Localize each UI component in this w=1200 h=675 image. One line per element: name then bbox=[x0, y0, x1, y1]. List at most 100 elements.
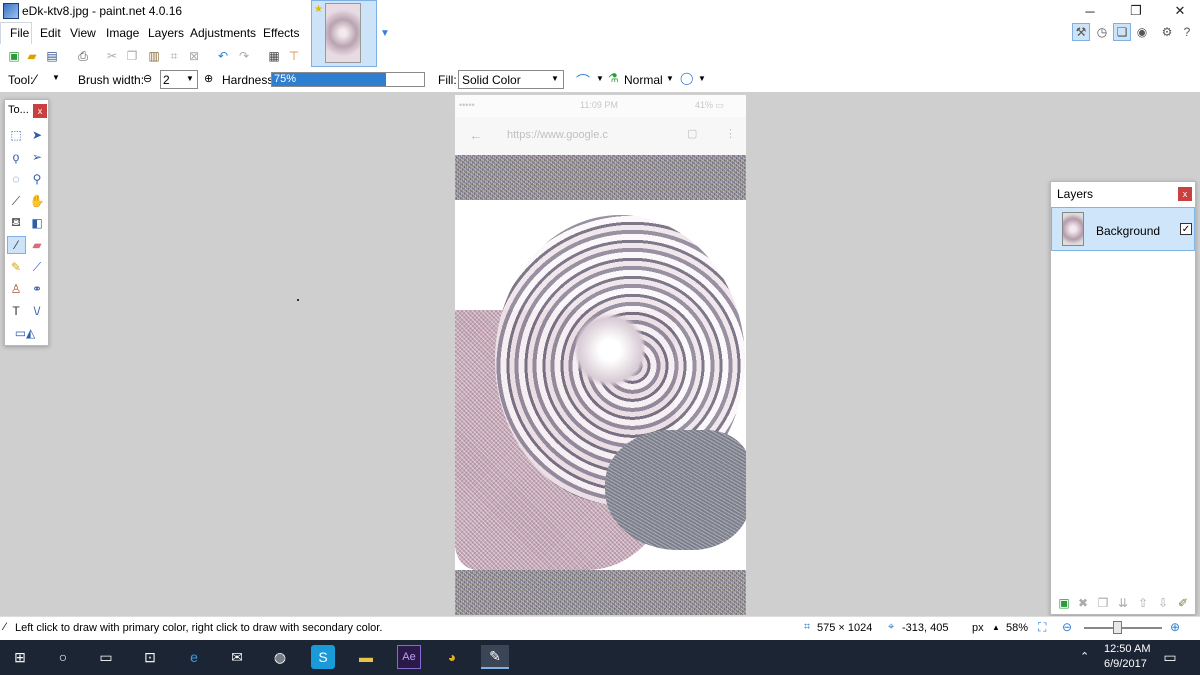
gradient-icon[interactable]: ◧ bbox=[29, 215, 45, 231]
image-size-icon: ⌗ bbox=[804, 621, 811, 633]
tool-dropdown-icon[interactable]: ▼ bbox=[52, 73, 60, 82]
close-button[interactable]: ✕ bbox=[1157, 0, 1200, 22]
merge-layer-down-icon[interactable]: ⇊ bbox=[1115, 595, 1131, 611]
file-explorer-icon[interactable]: ▬ bbox=[354, 645, 378, 669]
layer-visibility-checkbox[interactable]: ✓ bbox=[1180, 223, 1192, 235]
print-icon[interactable]: ⎙ bbox=[75, 48, 91, 64]
menu-image[interactable]: Image bbox=[106, 26, 139, 40]
skype-icon[interactable]: S bbox=[311, 645, 335, 669]
zoom-in-icon[interactable]: ⊕ bbox=[1170, 620, 1180, 634]
ruler-icon[interactable]: ⊤ bbox=[286, 48, 302, 64]
delete-layer-icon[interactable]: ✖ bbox=[1075, 595, 1091, 611]
menu-adjustments[interactable]: Adjustments bbox=[190, 26, 256, 40]
move-selection-icon[interactable]: ➤ bbox=[29, 127, 45, 143]
clone-stamp-icon[interactable]: ♙ bbox=[8, 281, 24, 297]
start-windows-icon[interactable]: ⊞ bbox=[8, 645, 32, 669]
magic-wand-icon[interactable]: ⟋ bbox=[8, 193, 24, 209]
copy-icon[interactable]: ❐ bbox=[124, 48, 140, 64]
after-effects-icon[interactable]: Ae bbox=[397, 645, 421, 669]
open-file-icon[interactable]: ▰ bbox=[24, 48, 40, 64]
store-icon[interactable]: ⊡ bbox=[138, 645, 162, 669]
save-icon[interactable]: ▤ bbox=[44, 48, 60, 64]
brush-width-label: Brush width: bbox=[78, 73, 145, 87]
history-toggle-icon[interactable]: ◷ bbox=[1093, 23, 1111, 41]
menu-effects[interactable]: Effects bbox=[263, 26, 299, 40]
cut-icon[interactable]: ✂ bbox=[104, 48, 120, 64]
undo-icon[interactable]: ↶ bbox=[215, 48, 231, 64]
minimize-button[interactable]: ─ bbox=[1067, 0, 1113, 22]
blend-mode-dropdown-icon[interactable]: ▼ bbox=[666, 74, 674, 83]
blend-mode-value[interactable]: Normal bbox=[624, 73, 663, 87]
colors-toggle-icon[interactable]: ◉ bbox=[1133, 23, 1151, 41]
line-curve-icon[interactable]: \/ bbox=[29, 303, 45, 319]
tray-expand-icon[interactable]: ⌃ bbox=[1080, 650, 1089, 663]
shapes-icon[interactable]: ▭◭ bbox=[10, 325, 40, 341]
move-selection-alt-icon[interactable]: ➢ bbox=[29, 149, 45, 165]
antialiasing-dropdown-icon[interactable]: ▼ bbox=[596, 74, 604, 83]
zoom-slider-thumb[interactable] bbox=[1113, 621, 1122, 634]
task-view-icon[interactable]: ▭ bbox=[94, 645, 118, 669]
units-dropdown-icon[interactable]: ▲ bbox=[992, 623, 1000, 632]
document-list-dropdown-icon[interactable]: ▼ bbox=[380, 28, 390, 39]
pencil-icon[interactable]: ✎ bbox=[8, 259, 24, 275]
tools-close-button[interactable]: x bbox=[33, 104, 47, 118]
paste-icon[interactable]: ▥ bbox=[146, 48, 162, 64]
paint-bucket-icon[interactable]: ⛾ bbox=[8, 215, 24, 231]
recolor-icon[interactable]: ⚭ bbox=[29, 281, 45, 297]
zoom-to-window-icon[interactable]: ⛶ bbox=[1038, 620, 1046, 635]
zoom-icon[interactable]: ⚲ bbox=[29, 171, 45, 187]
redo-icon[interactable]: ↷ bbox=[236, 48, 252, 64]
menu-view[interactable]: View bbox=[70, 26, 96, 40]
zoom-level[interactable]: 58% bbox=[1006, 622, 1028, 634]
menu-layers[interactable]: Layers bbox=[148, 26, 184, 40]
ellipse-select-icon[interactable]: ◌ bbox=[8, 171, 24, 187]
restore-button[interactable]: ❐ bbox=[1113, 0, 1159, 22]
layers-toggle-icon[interactable]: ❏ bbox=[1113, 23, 1131, 41]
fill-dropdown-icon[interactable]: ▼ bbox=[551, 74, 559, 83]
move-layer-up-icon[interactable]: ⇧ bbox=[1135, 595, 1151, 611]
image-canvas[interactable]: ••••• 11:09 PM 41% ▭ ← https://www.googl… bbox=[455, 95, 746, 615]
grid-icon[interactable]: ▦ bbox=[266, 48, 282, 64]
pan-hand-icon[interactable]: ✋ bbox=[29, 193, 45, 209]
brush-decrease-icon[interactable]: ⊖ bbox=[143, 72, 152, 85]
antialiasing-icon[interactable]: ⌒ bbox=[576, 71, 590, 91]
zoom-slider[interactable] bbox=[1084, 627, 1162, 629]
chrome-icon[interactable]: ◕ bbox=[440, 645, 464, 669]
crop-to-selection-icon[interactable]: ⌗ bbox=[166, 48, 182, 64]
zoom-out-icon[interactable]: ⊖ bbox=[1062, 620, 1072, 634]
selection-mode-icon[interactable]: ◯ bbox=[680, 71, 693, 85]
cortana-icon[interactable]: ○ bbox=[51, 645, 75, 669]
taskbar-time[interactable]: 12:50 AM bbox=[1104, 643, 1150, 655]
brush-increase-icon[interactable]: ⊕ bbox=[204, 72, 213, 85]
taskbar-date[interactable]: 6/9/2017 bbox=[1104, 658, 1147, 670]
paintnet-taskbar-icon[interactable]: ✎ bbox=[481, 645, 509, 669]
color-picker-icon[interactable]: ⟋ bbox=[29, 259, 45, 275]
new-image-icon[interactable]: ▣ bbox=[6, 48, 22, 64]
rectangle-select-icon[interactable]: ⬚ bbox=[8, 127, 24, 143]
units-selector[interactable]: px bbox=[972, 622, 984, 634]
brush-width-dropdown-icon[interactable]: ▼ bbox=[186, 74, 194, 83]
text-icon[interactable]: T bbox=[8, 303, 24, 319]
mail-icon[interactable]: ✉ bbox=[225, 645, 249, 669]
add-layer-icon[interactable]: ▣ bbox=[1056, 595, 1072, 611]
layers-close-button[interactable]: x bbox=[1178, 187, 1192, 201]
paintbrush-icon[interactable]: ⁄ bbox=[7, 236, 26, 254]
deselect-icon[interactable]: ⊠ bbox=[186, 48, 202, 64]
help-icon[interactable]: ? bbox=[1178, 23, 1196, 41]
edge-icon[interactable]: e bbox=[182, 645, 206, 669]
tools-toggle-icon[interactable]: ⚒ bbox=[1072, 23, 1090, 41]
move-layer-down-icon[interactable]: ⇩ bbox=[1155, 595, 1171, 611]
menu-file[interactable]: File bbox=[10, 26, 29, 40]
fill-value: Solid Color bbox=[462, 73, 521, 87]
image-noise-band-bottom bbox=[455, 570, 746, 615]
selection-mode-dropdown-icon[interactable]: ▼ bbox=[698, 74, 706, 83]
lasso-select-icon[interactable]: ϙ bbox=[8, 149, 24, 165]
paintbrush-tool-icon[interactable]: ⁄ bbox=[34, 71, 36, 87]
settings-gear-icon[interactable]: ⚙ bbox=[1158, 23, 1176, 41]
menu-edit[interactable]: Edit bbox=[40, 26, 61, 40]
eraser-icon[interactable]: ▰ bbox=[29, 237, 45, 253]
layer-properties-icon[interactable]: ✐ bbox=[1175, 595, 1191, 611]
steam-icon[interactable]: ◍ bbox=[268, 645, 292, 669]
duplicate-layer-icon[interactable]: ❐ bbox=[1095, 595, 1111, 611]
notifications-icon[interactable]: ▭ bbox=[1155, 645, 1185, 669]
